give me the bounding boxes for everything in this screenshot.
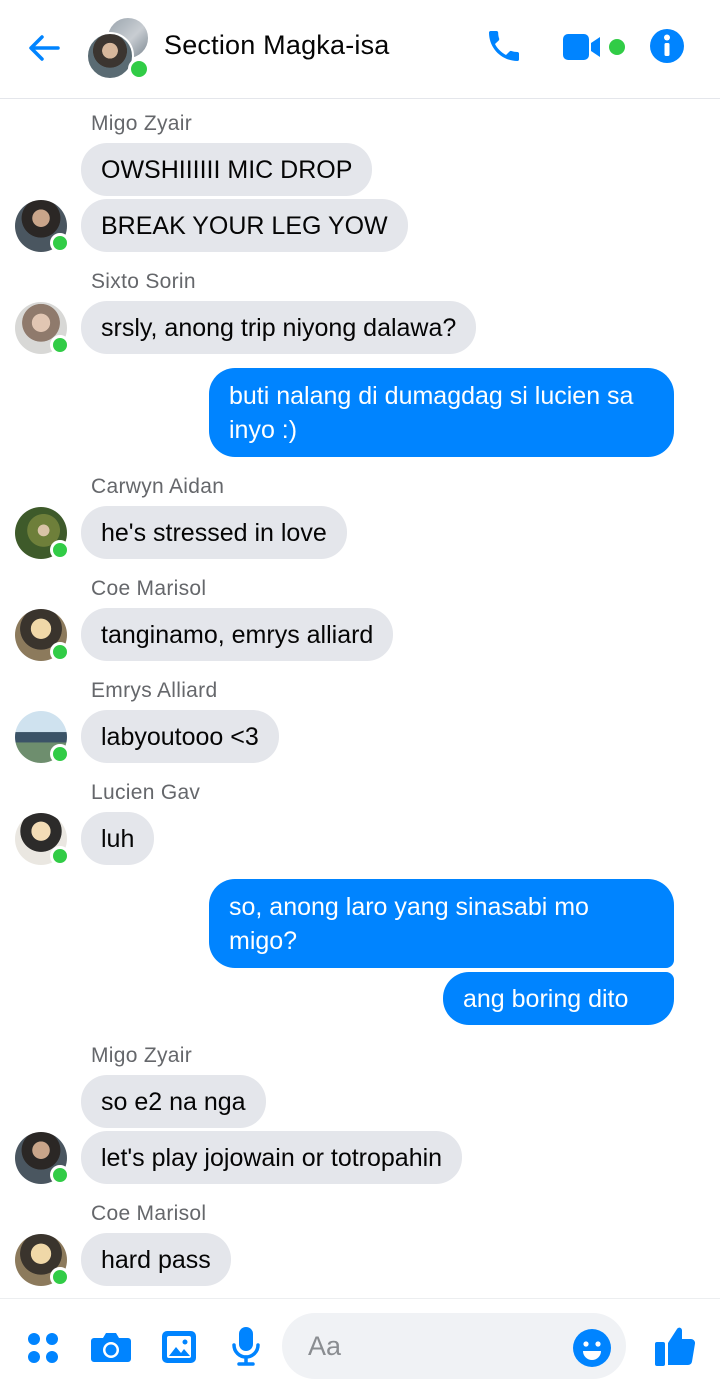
message-bubble[interactable]: OWSHIIIIII MIC DROP	[81, 143, 373, 196]
online-indicator	[50, 1267, 70, 1287]
avatar[interactable]	[15, 609, 70, 662]
microphone-icon[interactable]	[229, 1325, 263, 1372]
message-bubble[interactable]: hard pass	[81, 1233, 231, 1286]
online-indicator	[50, 1165, 70, 1185]
message-bubble[interactable]: let's play jojowain or totropahin	[81, 1131, 463, 1184]
sender-name: Sixto Sorin	[91, 270, 196, 293]
info-icon[interactable]	[648, 27, 686, 70]
avatar[interactable]	[15, 1234, 70, 1287]
message-bubble-sent[interactable]: buti nalang di dumagdag si lucien sa iny…	[209, 368, 674, 457]
message-bubble[interactable]: luh	[81, 812, 155, 865]
group-avatar[interactable]	[86, 16, 150, 80]
group-avatar-photo	[86, 32, 134, 80]
online-indicator	[50, 846, 70, 866]
online-indicator	[50, 642, 70, 662]
message-bubble[interactable]: BREAK YOUR LEG YOW	[81, 199, 408, 252]
avatar[interactable]	[15, 711, 70, 764]
gallery-icon[interactable]	[160, 1329, 198, 1370]
more-actions-icon[interactable]	[26, 1331, 60, 1370]
chat-header: Section Magka-isa	[0, 0, 720, 99]
message-bubble-sent[interactable]: so, anong laro yang sinasabi mo migo?	[209, 879, 674, 968]
message-bubble[interactable]: so e2 na nga	[81, 1075, 266, 1128]
message-bubble[interactable]: tanginamo, emrys alliard	[81, 608, 394, 661]
avatar[interactable]	[15, 1132, 70, 1185]
chat-title[interactable]: Section Magka-isa	[164, 30, 390, 61]
sender-name: Emrys Alliard	[91, 679, 218, 702]
online-indicator	[50, 335, 70, 355]
sender-name: Coe Marisol	[91, 577, 207, 600]
sender-name: Migo Zyair	[91, 1044, 193, 1067]
sender-name: Coe Marisol	[91, 1202, 207, 1225]
emoji-icon[interactable]	[572, 1326, 612, 1367]
composer-bar: Aa	[0, 1298, 720, 1390]
message-input[interactable]: Aa	[282, 1313, 626, 1379]
sender-name: Migo Zyair	[91, 112, 193, 135]
online-indicator	[50, 540, 70, 560]
online-indicator	[50, 744, 70, 764]
phone-call-icon[interactable]	[484, 26, 524, 71]
message-bubble[interactable]: srsly, anong trip niyong dalawa?	[81, 301, 477, 354]
avatar[interactable]	[15, 813, 70, 866]
avatar[interactable]	[15, 200, 70, 253]
sender-name: Lucien Gav	[91, 781, 201, 804]
sender-name: Carwyn Aidan	[91, 475, 225, 498]
video-call-icon[interactable]	[561, 30, 631, 69]
message-bubble[interactable]: labyoutooo <3	[81, 710, 279, 763]
avatar[interactable]	[15, 507, 70, 560]
message-bubble[interactable]: he's stressed in love	[81, 506, 347, 559]
back-arrow-icon[interactable]	[24, 28, 64, 68]
thumbs-up-icon[interactable]	[652, 1321, 698, 1374]
avatar[interactable]	[15, 302, 70, 355]
camera-icon[interactable]	[90, 1329, 132, 1370]
message-input-placeholder: Aa	[308, 1331, 342, 1361]
online-indicator	[50, 233, 70, 253]
online-indicator	[128, 58, 150, 80]
message-bubble-sent[interactable]: ang boring dito	[443, 972, 674, 1025]
